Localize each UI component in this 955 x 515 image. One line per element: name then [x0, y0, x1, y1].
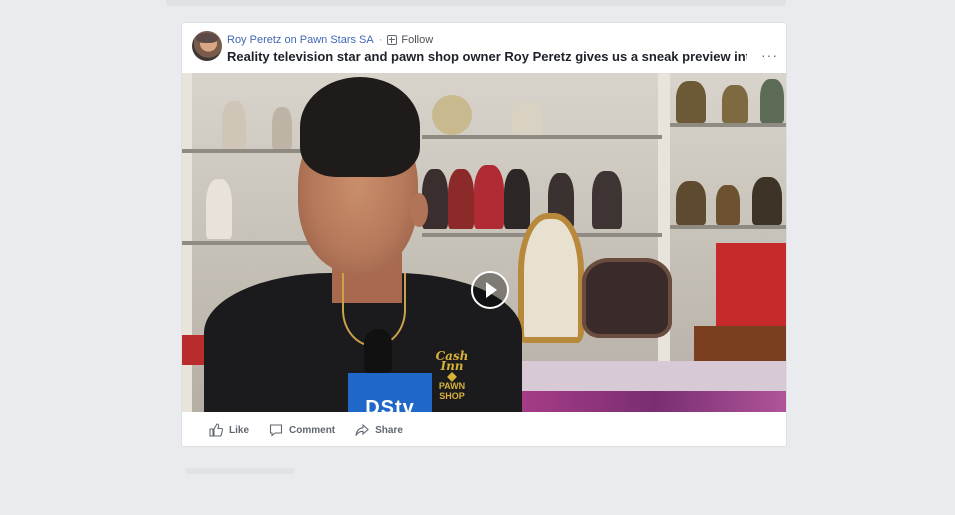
follow-icon [387, 35, 398, 45]
jewelry-stand [448, 169, 474, 229]
figurine [722, 85, 748, 123]
figurine [760, 79, 784, 123]
vase [206, 179, 232, 239]
like-button[interactable]: Like [209, 423, 249, 437]
microphone-flag: DStv [348, 373, 432, 412]
comment-label: Comment [289, 424, 336, 436]
ornate-mirror [518, 213, 584, 343]
like-label: Like [229, 424, 250, 436]
diamond-icon: ◆ [447, 369, 457, 383]
video-player[interactable]: Cash Inn ◆ PAWN SHOP DStv [182, 73, 786, 412]
previous-post-edge [166, 0, 786, 6]
plate [432, 95, 472, 135]
microphone [364, 329, 392, 373]
page-name-link[interactable]: Roy Peretz on Pawn Stars SA [227, 34, 374, 46]
play-icon[interactable] [471, 271, 509, 309]
glass-counter [517, 361, 786, 391]
counter-lights [522, 391, 786, 412]
shelf [670, 123, 786, 127]
wooden-box [694, 326, 786, 362]
red-display-box [716, 243, 786, 329]
cup [512, 101, 542, 135]
post-meta: Roy Peretz on Pawn Stars SA · Follow [227, 32, 433, 48]
vintage-handbag [582, 258, 672, 338]
post-header: Roy Peretz on Pawn Stars SA · Follow Rea… [182, 23, 786, 73]
shelf [182, 241, 312, 245]
follow-label: Follow [401, 34, 434, 46]
figurine [752, 177, 782, 225]
comment-icon [269, 424, 283, 437]
share-label: Share [375, 424, 403, 436]
page-avatar[interactable] [192, 31, 222, 61]
post-actions-bar: Like Comment Share [182, 412, 786, 446]
share-button[interactable]: Share [355, 423, 403, 437]
person-hair [300, 77, 420, 177]
figurine [676, 81, 706, 123]
silver-trophy [222, 101, 246, 149]
faint-text-line [185, 468, 295, 474]
separator-dot: · [378, 34, 383, 46]
figurine [716, 185, 740, 225]
jewelry-stand [592, 171, 622, 229]
figurine [676, 181, 706, 225]
comment-button[interactable]: Comment [269, 423, 335, 437]
jewelry-stand [504, 169, 530, 229]
silver-trophy [272, 107, 292, 149]
thumbs-up-icon [209, 423, 223, 437]
jewelry-stand [474, 165, 504, 229]
shirt-logo-name: Cash Inn [435, 349, 469, 373]
share-icon [355, 423, 369, 436]
person-ear [410, 193, 428, 227]
follow-button[interactable]: Follow [387, 34, 433, 46]
shelf [422, 135, 662, 139]
video-post-card: Roy Peretz on Pawn Stars SA · Follow Rea… [181, 22, 787, 447]
shirt-logo: Cash Inn ◆ PAWN SHOP [426, 349, 478, 403]
shelf [670, 225, 786, 229]
shirt-logo-subtitle: PAWN SHOP [438, 381, 466, 401]
post-title[interactable]: Reality television star and pawn shop ow… [227, 49, 747, 64]
more-options-button[interactable]: ··· [761, 47, 778, 63]
